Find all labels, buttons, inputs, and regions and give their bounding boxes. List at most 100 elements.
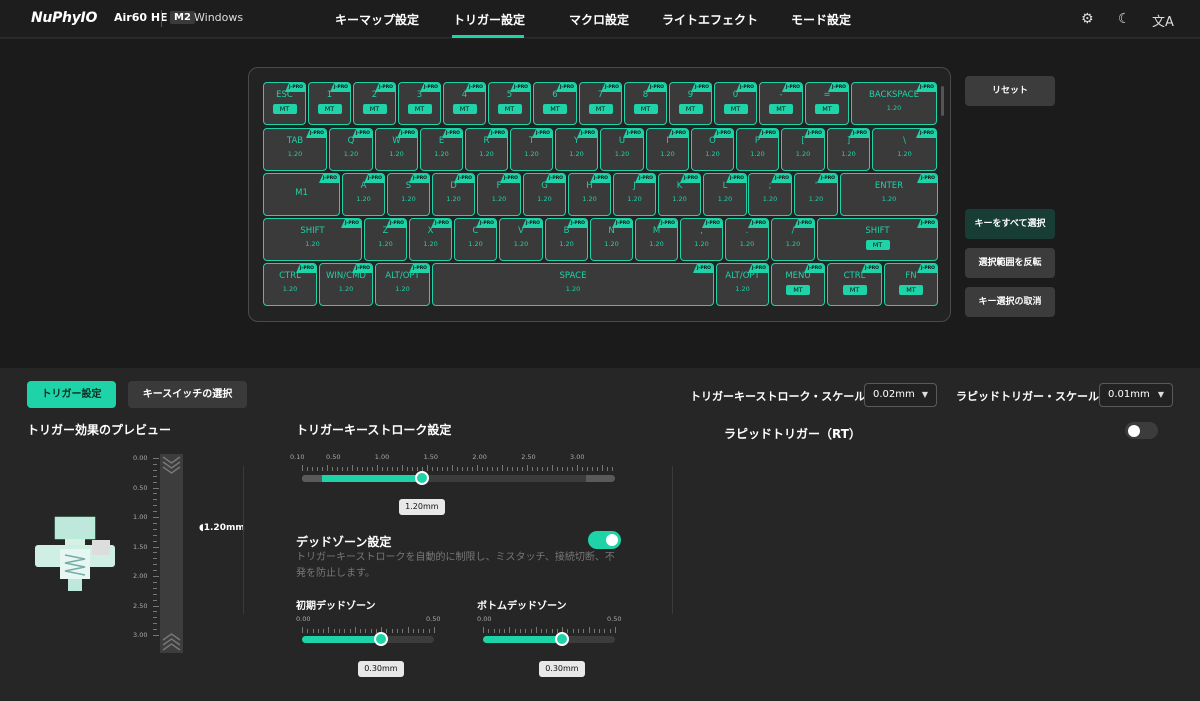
tick-mark (153, 493, 157, 495)
tick-mark (546, 629, 548, 633)
key-label: O (709, 136, 716, 146)
translate-icon[interactable]: 文A (1152, 11, 1174, 30)
gear-icon[interactable]: ⚙ (1081, 11, 1094, 27)
key-y[interactable]: J-PRO Y 1.20 (555, 128, 598, 171)
key-b[interactable]: J-PRO B 1.20 (545, 218, 588, 261)
tick-mark (153, 611, 157, 613)
key-f[interactable]: J-PRO F 1.20 (477, 173, 521, 216)
key-z[interactable]: J-PRO Z 1.20 (364, 218, 407, 261)
key-trigger-value: 1.20 (672, 195, 687, 203)
key-ctrl[interactable]: J-PRO CTRL 1.20 (263, 263, 317, 306)
key-w[interactable]: J-PRO W 1.20 (375, 128, 418, 171)
key-g[interactable]: J-PRO G 1.20 (523, 173, 566, 216)
key-space[interactable]: J-PRO SPACE 1.20 (432, 263, 714, 306)
nav-lighting[interactable]: ライトエフェクト (662, 11, 758, 28)
key-3[interactable]: J-PRO 3 MT (398, 82, 441, 125)
key-7[interactable]: J-PRO 7 MT (579, 82, 622, 125)
tick-mark (153, 570, 157, 572)
moon-icon[interactable]: ☾ (1118, 11, 1131, 27)
key-r[interactable]: J-PRO R 1.20 (465, 128, 508, 171)
key--[interactable]: J-PRO/1.20 (771, 218, 815, 261)
tick-mark (522, 467, 523, 471)
tick-mark (519, 629, 521, 633)
rapid-trigger-toggle[interactable] (1125, 422, 1158, 439)
key-tab[interactable]: J-PRO TAB 1.20 (263, 128, 327, 171)
key-fn[interactable]: J-PRO FN MT (884, 263, 938, 306)
reset-button[interactable]: リセット (965, 76, 1055, 106)
key-9[interactable]: J-PRO 9 MT (669, 82, 712, 125)
tick-mark (153, 463, 157, 465)
key-0[interactable]: J-PRO 0 MT (714, 82, 757, 125)
deselect-keys-button[interactable]: キー選択の取消 (965, 287, 1055, 317)
tick-mark (525, 629, 527, 633)
key-h[interactable]: J-PRO H 1.20 (568, 173, 611, 216)
key--[interactable]: J-PRO, 1.20 (680, 218, 723, 261)
nav-keymap[interactable]: キーマップ設定 (335, 11, 419, 28)
nav-trigger[interactable]: トリガー設定 (453, 11, 525, 28)
key-alt-opt[interactable]: J-PRO ALT/OPT 1.20 (375, 263, 430, 306)
stroke-scale-label: トリガーキーストローク・スケール (690, 390, 866, 403)
key-u[interactable]: J-PRO U 1.20 (600, 128, 644, 171)
key-n[interactable]: J-PRO N 1.20 (590, 218, 633, 261)
tab-switch-select[interactable]: キースイッチの選択 (128, 381, 247, 408)
key-c[interactable]: J-PRO C 1.20 (454, 218, 497, 261)
key-label: Y (573, 136, 580, 146)
key--[interactable]: J-PRO[1.20 (781, 128, 825, 171)
key-j[interactable]: J-PRO J 1.20 (613, 173, 656, 216)
key--[interactable]: J-PRO] 1.20 (827, 128, 870, 171)
key-o[interactable]: J-PRO O 1.20 (691, 128, 734, 171)
deadzone-toggle[interactable] (588, 531, 621, 549)
deadzone-description: トリガーキーストロークを自動的に制限し、ミスタッチ、接続切断、不発を防止します。 (296, 552, 615, 579)
key-i[interactable]: J-PRO I 1.20 (646, 128, 689, 171)
key-x[interactable]: J-PRO X 1.20 (409, 218, 452, 261)
nav-mode[interactable]: モード設定 (791, 11, 851, 28)
key-m[interactable]: J-PRO M 1.20 (635, 218, 678, 261)
key-d[interactable]: J-PRO D 1.20 (432, 173, 475, 216)
key-alt-opt[interactable]: J-PRO ALT/OPT 1.20 (716, 263, 769, 306)
key--[interactable]: J-PRO \ 1.20 (872, 128, 937, 171)
tick-mark (407, 467, 408, 471)
key-s[interactable]: J-PRO S 1.20 (387, 173, 430, 216)
key-a[interactable]: J-PRO A 1.20 (342, 173, 385, 216)
key-1[interactable]: J-PRO 1 MT (308, 82, 351, 125)
key-m1[interactable]: J-PRO M1 (263, 173, 340, 216)
key-label: CTRL (279, 271, 301, 281)
key-esc[interactable]: J-PRO ESC MT (263, 82, 306, 125)
key-menu[interactable]: J-PRO MENU MT (771, 263, 825, 306)
key-enter[interactable]: J-PRO ENTER 1.20 (840, 173, 938, 216)
key--[interactable]: J-PRO - MT (759, 82, 803, 125)
key--[interactable]: J-PRO ' 1.20 (794, 173, 838, 216)
key--[interactable]: J-PRO = MT (805, 82, 849, 125)
key-win-cmd[interactable]: J-PRO WIN/CMD 1.20 (319, 263, 373, 306)
rt-scale-select[interactable]: 0.01mm ▼ (1099, 383, 1173, 407)
nav-macro[interactable]: マクロ設定 (569, 11, 629, 28)
key-8[interactable]: J-PRO 8 MT (624, 82, 667, 125)
invert-selection-button[interactable]: 選択範囲を反転 (965, 248, 1055, 278)
key-l[interactable]: J-PRO L 1.20 (703, 173, 747, 216)
stroke-scale-select[interactable]: 0.02mm ▼ (864, 383, 937, 407)
key-backspace[interactable]: J-PRO BACKSPACE 1.20 (851, 82, 937, 125)
key--[interactable]: J-PRO; 1.20 (748, 173, 792, 216)
key-2[interactable]: J-PRO 2 MT (353, 82, 396, 125)
key-t[interactable]: J-PRO T 1.20 (510, 128, 553, 171)
key-shift[interactable]: J-PRO SHIFT 1.20 (263, 218, 362, 261)
key-4[interactable]: J-PRO 4 MT (443, 82, 486, 125)
key-q[interactable]: J-PRO Q 1.20 (329, 128, 373, 171)
key-v[interactable]: J-PRO V 1.20 (499, 218, 543, 261)
key-e[interactable]: J-PRO E 1.20 (420, 128, 463, 171)
select-all-keys-button[interactable]: キーをすべて選択 (965, 209, 1055, 239)
tab-trigger-settings[interactable]: トリガー設定 (27, 381, 116, 408)
key-k[interactable]: J-PRO K 1.20 (658, 173, 701, 216)
mt-badge: MT (588, 104, 613, 114)
key-p[interactable]: J-PRO P 1.20 (736, 128, 779, 171)
key--[interactable]: J-PRO. 1.20 (725, 218, 769, 261)
stroke-value-box: 1.20mm (399, 499, 445, 515)
key-shift[interactable]: J-PRO SHIFT MT (817, 218, 938, 261)
key-6[interactable]: J-PRO 6 MT (533, 82, 577, 125)
key-ctrl[interactable]: J-PRO CTRL MT (827, 263, 882, 306)
key-label: T (528, 136, 535, 146)
keyboard-scrollbar[interactable] (941, 86, 944, 116)
tick-mark (498, 629, 500, 633)
key-5[interactable]: J-PRO 5 MT (488, 82, 531, 125)
tick-mark (452, 465, 453, 471)
